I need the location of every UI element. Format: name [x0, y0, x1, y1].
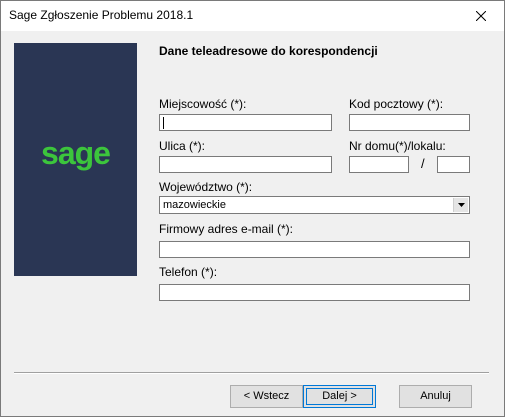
phone-field[interactable] [159, 284, 470, 301]
close-icon [476, 11, 486, 21]
phone-label: Telefon (*): [159, 265, 218, 279]
city-label: Miejscowość (*): [159, 97, 247, 111]
email-field[interactable] [159, 241, 470, 258]
text-caret [163, 117, 164, 129]
postcode-label: Kod pocztowy (*): [349, 97, 444, 111]
flat-number-field[interactable] [437, 156, 470, 173]
title-bar: Sage Zgłoszenie Problemu 2018.1 [1, 1, 504, 31]
dialog-window: Sage Zgłoszenie Problemu 2018.1 sage Dan… [0, 0, 505, 417]
sage-logo: sage [41, 135, 111, 171]
province-label: Województwo (*): [159, 180, 253, 194]
street-label: Ulica (*): [159, 139, 206, 153]
back-button[interactable]: < Wstecz [230, 385, 303, 408]
house-flat-separator: / [421, 156, 425, 171]
house-number-label: Nr domu(*)/lokalu: [349, 139, 446, 153]
email-label: Firmowy adres e-mail (*): [159, 222, 294, 236]
window-title: Sage Zgłoszenie Problemu 2018.1 [9, 8, 194, 22]
page-title: Dane teleadresowe do korespondencji [159, 44, 378, 58]
close-button[interactable] [458, 1, 504, 31]
cancel-button[interactable]: Anuluj [399, 385, 472, 408]
house-number-field[interactable] [349, 156, 409, 173]
sage-logo-panel: sage [14, 43, 137, 276]
province-select[interactable]: mazowieckie [159, 196, 470, 214]
city-field[interactable] [159, 114, 332, 131]
province-selected-value: mazowieckie [163, 199, 226, 211]
chevron-down-icon [457, 203, 465, 207]
next-button[interactable]: Dalej > [303, 385, 376, 408]
street-field[interactable] [159, 156, 332, 173]
postcode-field[interactable] [349, 114, 470, 131]
dropdown-button[interactable] [453, 198, 468, 212]
footer-divider [14, 372, 489, 374]
